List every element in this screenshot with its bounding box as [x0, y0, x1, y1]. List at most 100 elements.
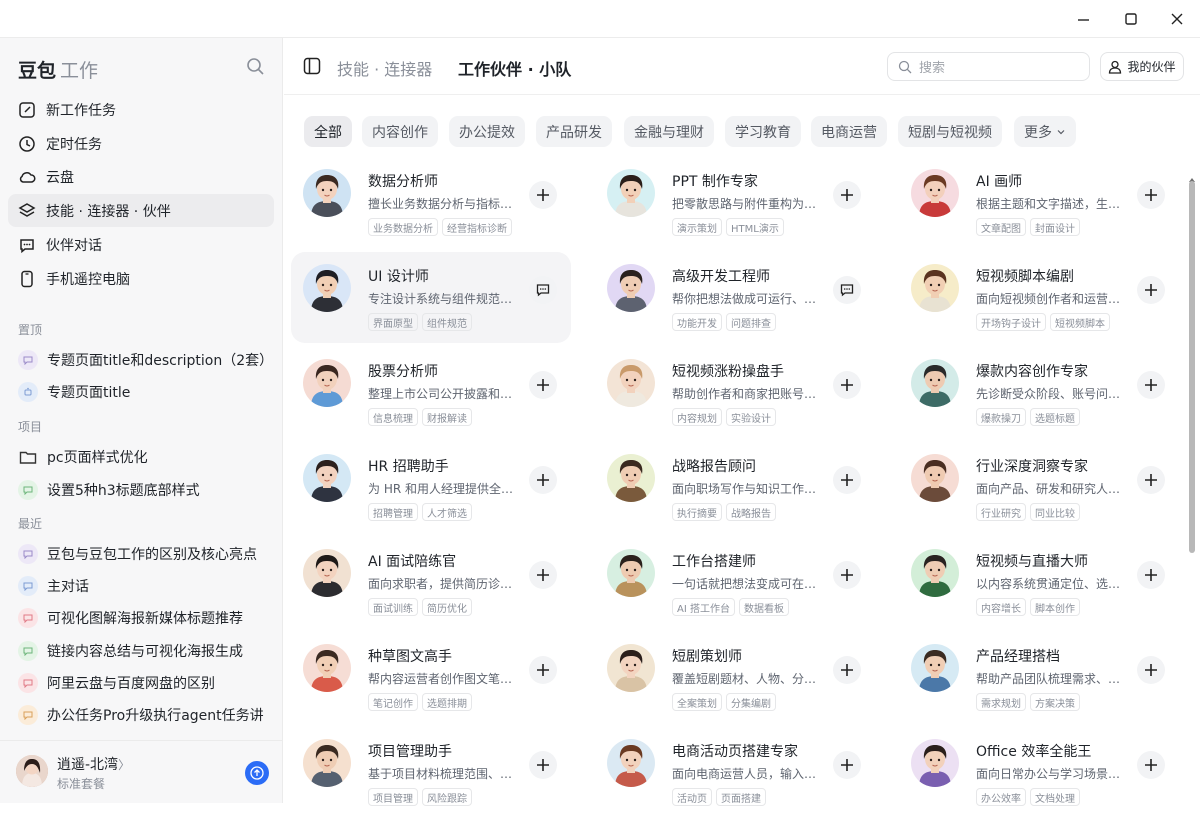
add-partner-button[interactable] — [529, 181, 557, 209]
partner-description: 把零散思路与附件重构为… — [672, 197, 817, 211]
partner-card[interactable]: 股票分析师 整理上市公司公开披露和… 信息梳理 财报解读 — [291, 347, 571, 438]
tab-skills-connectors[interactable]: 技能 · 连接器 — [337, 56, 432, 80]
category-chip-more[interactable]: 更多 — [1014, 116, 1076, 147]
add-partner-button[interactable] — [1137, 751, 1165, 779]
partner-tag: 项目管理 — [368, 788, 418, 806]
partner-card[interactable]: 项目管理助手 基于项目材料梳理范围、… 项目管理 风险跟踪 — [291, 727, 571, 818]
tab-partners-team[interactable]: 工作伙伴 · 小队 — [458, 56, 571, 80]
partner-card[interactable]: 爆款内容创作专家 先诊断受众阶段、账号问… 爆款操刀 选题标题 — [899, 347, 1179, 438]
partner-tags: 信息梳理 财报解读 — [368, 408, 476, 426]
partner-card[interactable]: PPT 制作专家 把零散思路与附件重构为… 演示策划 HTML演示 — [595, 157, 875, 248]
recent-item[interactable]: 阿里云盘与百度网盘的区别 — [8, 668, 274, 698]
user-name[interactable]: 逍遥-北湾〉 — [57, 754, 130, 774]
add-partner-button[interactable] — [529, 656, 557, 684]
nav-partner-chat[interactable]: 伙伴对话 — [8, 228, 274, 261]
chat-with-partner-button[interactable] — [529, 276, 557, 304]
partner-card[interactable]: 种草图文高手 帮内容运营者创作图文笔… 笔记创作 选题排期 — [291, 632, 571, 723]
upgrade-button[interactable] — [245, 761, 269, 785]
partner-card[interactable]: HR 招聘助手为 HR 和用人经理提供全… 招聘管理 人才筛选 — [291, 442, 571, 533]
partner-card[interactable]: AI 画师 根据主题和文字描述，生… 文章配图 封面设计 — [899, 157, 1179, 248]
add-partner-button[interactable] — [529, 751, 557, 779]
add-partner-button[interactable] — [833, 466, 861, 494]
maximize-button[interactable] — [1108, 0, 1154, 38]
partner-avatar — [303, 454, 351, 502]
add-partner-button[interactable] — [833, 751, 861, 779]
recent-item[interactable]: 豆包与豆包工作的区别及核心亮点 — [8, 539, 274, 569]
recent-item-label: 阿里云盘与百度网盘的区别 — [47, 676, 215, 692]
partner-card[interactable]: UI 设计师 专注设计系统与组件规范… 界面原型 组件规范 — [291, 252, 571, 343]
user-avatar[interactable] — [16, 755, 48, 787]
add-partner-button[interactable] — [1137, 371, 1165, 399]
nav-skills-connectors-partners[interactable]: 技能 · 连接器 · 伙伴 — [8, 194, 274, 227]
recent-item[interactable]: 链接内容总结与可视化海报生成 — [8, 636, 274, 666]
add-partner-button[interactable] — [1137, 181, 1165, 209]
add-partner-button[interactable] — [833, 656, 861, 684]
nav-cloud-drive[interactable]: 云盘 — [8, 160, 274, 193]
partner-card[interactable]: 电商活动页搭建专家 面向电商运营人员，输入… 活动页 页面搭建 — [595, 727, 875, 818]
category-chip[interactable]: 办公提效 — [449, 116, 525, 147]
search-input[interactable]: 搜索 — [887, 52, 1090, 81]
partner-tag: 执行摘要 — [672, 503, 722, 521]
project-item[interactable]: pc页面样式优化 — [8, 442, 274, 472]
pinned-item[interactable]: 专题页面title — [8, 377, 274, 407]
category-chip-all[interactable]: 全部 — [304, 116, 352, 147]
recent-item[interactable]: 主对话 — [8, 571, 274, 601]
category-chip[interactable]: 短剧与短视频 — [898, 116, 1002, 147]
nav-new-task[interactable]: 新工作任务 — [8, 93, 274, 126]
chat-with-partner-button[interactable] — [833, 276, 861, 304]
category-chip[interactable]: 金融与理财 — [624, 116, 714, 147]
partner-tags: 演示策划 HTML演示 — [672, 218, 788, 236]
partner-card[interactable]: 产品经理搭档 帮助产品团队梳理需求、… 需求规划 方案决策 — [899, 632, 1179, 723]
maximize-icon — [1125, 13, 1137, 25]
project-item[interactable]: 设置5种h3标题底部样式 — [8, 475, 274, 505]
nav-label: 新工作任务 — [46, 102, 116, 119]
add-partner-button[interactable] — [833, 181, 861, 209]
layers-icon — [18, 202, 36, 217]
add-partner-button[interactable] — [1137, 656, 1165, 684]
add-partner-button[interactable] — [529, 466, 557, 494]
add-partner-button[interactable] — [1137, 276, 1165, 304]
recent-item[interactable]: 可视化图解海报新媒体标题推荐 — [8, 603, 274, 633]
partner-card[interactable]: 数据分析师 擅长业务数据分析与指标… 业务数据分析 经营指标诊断 — [291, 157, 571, 248]
add-partner-button[interactable] — [529, 561, 557, 589]
nav-scheduled-task[interactable]: 定时任务 — [8, 127, 274, 160]
category-chip[interactable]: 内容创作 — [362, 116, 438, 147]
sidebar-search-button[interactable] — [246, 57, 265, 80]
partner-card[interactable]: Office 效率全能王 面向日常办公与学习场景… 办公效率 文档处理 — [899, 727, 1179, 818]
partner-card[interactable]: AI 面试陪练官 面向求职者，提供简历诊… 面试训练 简历优化 — [291, 537, 571, 628]
category-chip[interactable]: 学习教育 — [725, 116, 801, 147]
partner-card[interactable]: 行业深度洞察专家 面向产品、研发和研究人… 行业研究 同业比较 — [899, 442, 1179, 533]
partner-tag: AI 搭工作台 — [672, 598, 735, 616]
add-partner-button[interactable] — [529, 371, 557, 399]
partner-tag: 页面搭建 — [716, 788, 766, 806]
cloud-icon — [19, 171, 36, 183]
pinned-item[interactable]: 专题页面title和description（2套） — [8, 345, 274, 375]
search-icon — [898, 60, 912, 73]
partner-card[interactable]: 战略报告顾问 面向职场写作与知识工作… 执行摘要 战略报告 — [595, 442, 875, 533]
scroll-up-arrow[interactable] — [1188, 169, 1196, 182]
toggle-sidebar-button[interactable] — [303, 57, 321, 79]
partner-card[interactable]: 短视频与直播大师 以内容系统贯通定位、选… 内容增长 脚本创作 — [899, 537, 1179, 628]
partner-card[interactable]: 工作台搭建师 一句话就把想法变成可在… AI 搭工作台 数据看板 — [595, 537, 875, 628]
plus-icon — [537, 664, 549, 676]
category-chip[interactable]: 电商运营 — [811, 116, 887, 147]
partner-tags: 全案策划 分集编剧 — [672, 693, 780, 711]
close-button[interactable] — [1154, 0, 1200, 38]
recent-item[interactable]: 办公任务Pro升级执行agent任务讲 — [8, 700, 274, 730]
add-partner-button[interactable] — [833, 371, 861, 399]
minimize-button[interactable] — [1060, 0, 1106, 38]
my-partners-button[interactable]: 我的伙伴 — [1100, 52, 1184, 81]
add-partner-button[interactable] — [833, 561, 861, 589]
close-icon — [1171, 13, 1183, 25]
brand-logo[interactable]: 豆包 工作 — [18, 56, 98, 83]
scrollbar-thumb[interactable] — [1189, 181, 1195, 553]
add-partner-button[interactable] — [1137, 466, 1165, 494]
partner-card[interactable]: 短视频涨粉操盘手 帮助创作者和商家把账号… 内容规划 实验设计 — [595, 347, 875, 438]
partner-name: 短视频涨粉操盘手 — [672, 364, 784, 380]
add-partner-button[interactable] — [1137, 561, 1165, 589]
nav-remote-control[interactable]: 手机遥控电脑 — [8, 262, 274, 295]
partner-card[interactable]: 短视频脚本编剧 面向短视频创作者和运营… 开场钩子设计 短视频脚本 — [899, 252, 1179, 343]
partner-card[interactable]: 短剧策划师 覆盖短剧题材、人物、分… 全案策划 分集编剧 — [595, 632, 875, 723]
category-chip[interactable]: 产品研发 — [536, 116, 612, 147]
partner-card[interactable]: 高级开发工程师 帮你把想法做成可运行、… 功能开发 问题排查 — [595, 252, 875, 343]
